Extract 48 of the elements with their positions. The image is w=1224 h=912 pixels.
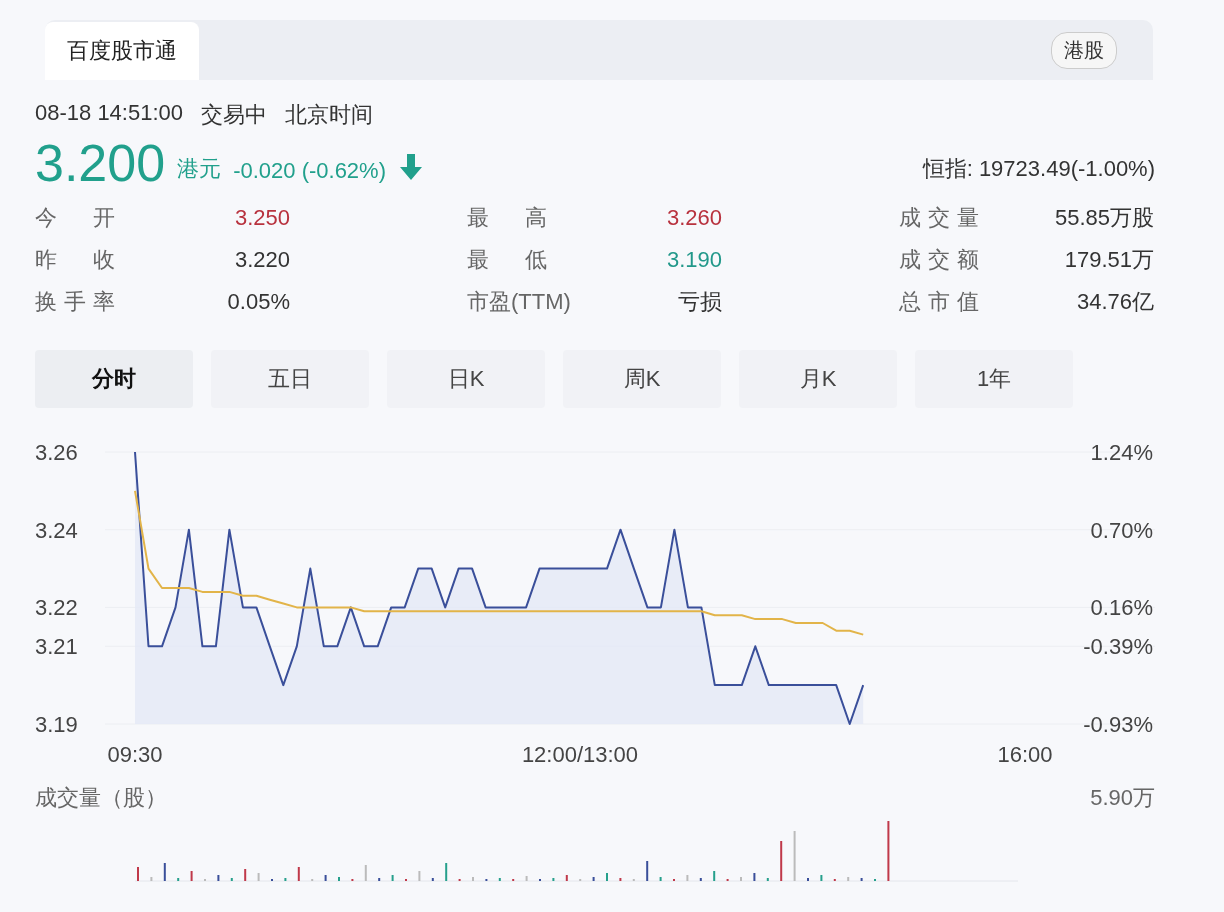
stat-value: 亏损 xyxy=(678,288,722,316)
volume-title: 成交量（股） xyxy=(35,784,167,812)
trading-state: 交易中 xyxy=(201,101,268,129)
stat-value: 55.85万股 xyxy=(1054,204,1154,232)
datetime: 08-18 14:51:00 xyxy=(35,100,184,127)
percent-axis-label: 0.70% xyxy=(1090,517,1153,543)
stat-value: 34.76亿 xyxy=(1076,288,1154,316)
percent-axis-label: -0.93% xyxy=(1083,712,1153,737)
stat-label: 最 低 xyxy=(467,246,547,274)
stat-value: 3.250 xyxy=(234,204,290,232)
stat-label: 最 高 xyxy=(467,204,547,232)
period-tab[interactable]: 分时 xyxy=(35,350,193,408)
stat-label: 成交额 xyxy=(899,246,979,274)
percent-axis-label: -0.39% xyxy=(1083,634,1153,660)
header-tab[interactable]: 百度股市通 xyxy=(45,22,199,80)
period-tab[interactable]: 五日 xyxy=(211,350,369,408)
stat-label: 换手率 xyxy=(35,288,115,316)
period-tab[interactable]: 1年 xyxy=(915,350,1073,408)
y-axis-label: 3.26 xyxy=(35,440,78,465)
stat-value: 179.51万 xyxy=(1064,246,1154,274)
volume-max-label: 5.90万 xyxy=(1090,784,1155,812)
index-quote: 恒指: 19723.49(-1.00%) xyxy=(922,155,1155,183)
y-axis-label: 3.21 xyxy=(35,634,78,660)
percent-axis-label: 1.24% xyxy=(1090,440,1153,465)
y-axis-label: 3.22 xyxy=(35,595,78,621)
price-change: -0.020 (-0.62%) xyxy=(233,158,386,185)
market-badge: 港股 xyxy=(1051,31,1117,69)
currency: 港元 xyxy=(177,155,222,183)
stat-label: 市盈(TTM) xyxy=(467,288,571,316)
stat-value: 3.190 xyxy=(666,246,722,274)
period-tab[interactable]: 周K xyxy=(563,350,721,408)
x-axis-label: 12:00/13:00 xyxy=(521,742,639,767)
percent-axis-label: 0.16% xyxy=(1090,595,1153,621)
y-axis-label: 3.19 xyxy=(35,712,78,737)
timezone: 北京时间 xyxy=(285,101,374,129)
period-tab[interactable]: 月K xyxy=(739,350,897,408)
stat-value: 3.220 xyxy=(234,246,290,274)
stat-label: 总市值 xyxy=(899,288,979,316)
stat-label: 昨 收 xyxy=(35,246,115,274)
x-axis-label: 16:00 xyxy=(997,742,1053,767)
stat-value: 0.05% xyxy=(227,288,290,316)
x-axis-label: 09:30 xyxy=(107,742,163,767)
stat-label: 成交量 xyxy=(899,204,979,232)
price: 3.200 xyxy=(35,134,166,192)
stat-value: 3.260 xyxy=(666,204,722,232)
stat-label: 今 开 xyxy=(35,204,115,232)
period-tab[interactable]: 日K xyxy=(387,350,545,408)
y-axis-label: 3.24 xyxy=(35,517,78,543)
